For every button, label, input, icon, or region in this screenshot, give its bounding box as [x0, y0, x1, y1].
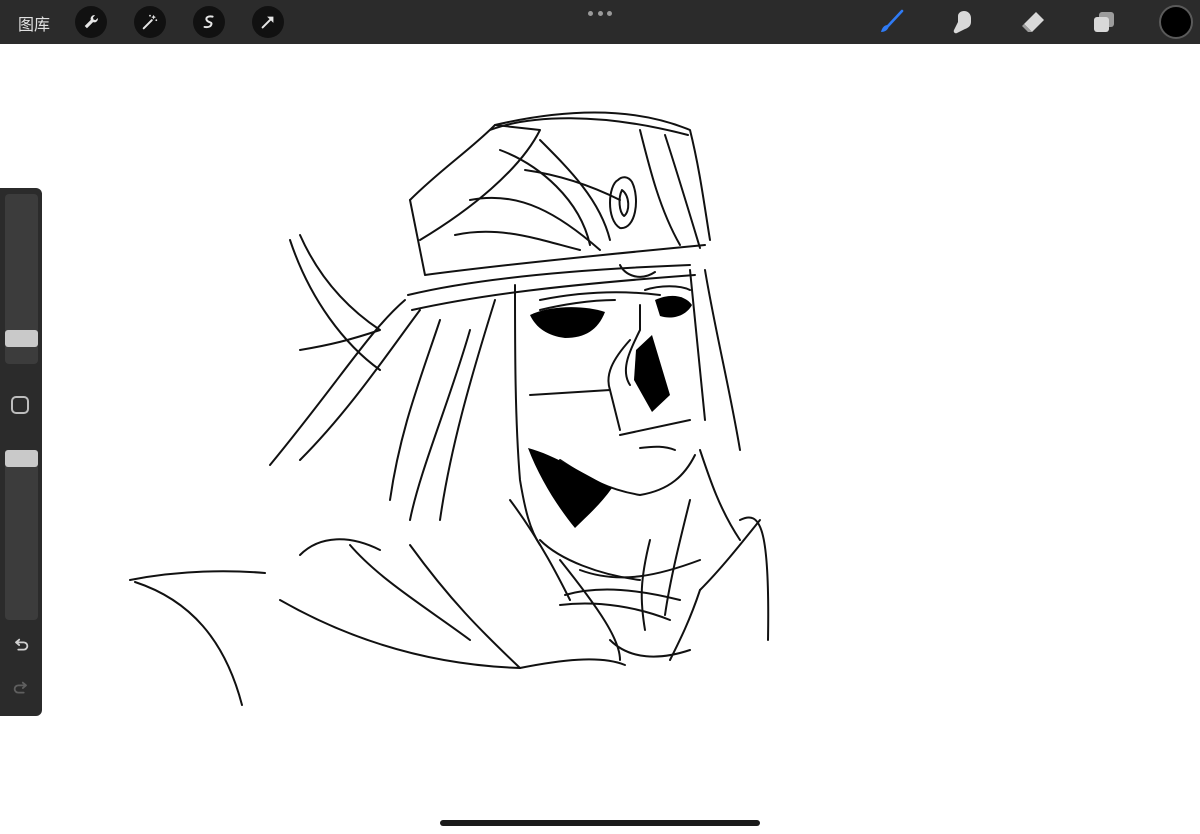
drawing-canvas[interactable] [0, 44, 1200, 834]
brush-icon [881, 9, 904, 32]
brush-button[interactable] [875, 6, 907, 38]
adjustments-button[interactable] [134, 6, 166, 38]
color-picker-button[interactable] [1159, 5, 1193, 39]
actions-button[interactable] [75, 6, 107, 38]
magic-wand-icon [142, 14, 158, 30]
eraser-icon [1022, 12, 1044, 32]
top-toolbar: 图库 [0, 0, 1200, 44]
selection-s-icon [203, 15, 214, 29]
transform-button[interactable] [252, 6, 284, 38]
layers-icon [1094, 12, 1114, 32]
home-indicator [440, 820, 760, 826]
ink-fills [528, 295, 692, 528]
smudge-finger-icon [953, 11, 971, 34]
character-sketch [129, 111, 770, 706]
eraser-button[interactable] [1017, 6, 1049, 38]
smudge-button[interactable] [946, 6, 978, 38]
gallery-button[interactable]: 图库 [18, 11, 50, 35]
layers-button[interactable] [1088, 6, 1120, 38]
arrow-cursor-icon [261, 16, 274, 29]
selection-button[interactable] [193, 6, 225, 38]
ellipsis-icon[interactable] [588, 8, 612, 18]
wrench-icon [84, 15, 98, 29]
